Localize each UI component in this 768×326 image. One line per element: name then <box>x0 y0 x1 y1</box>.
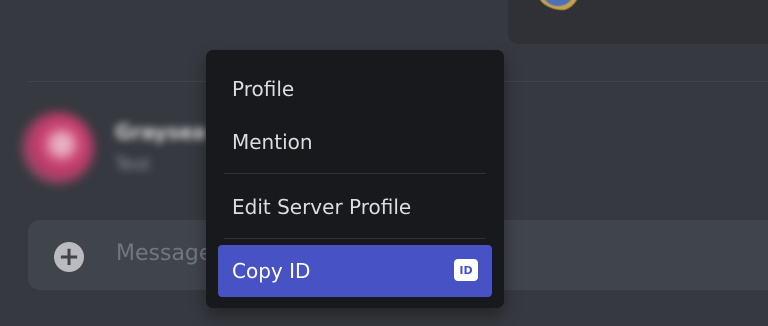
member-subtext: Test <box>115 154 151 175</box>
menu-separator <box>224 238 486 239</box>
avatar[interactable] <box>22 112 94 184</box>
plus-circle-icon[interactable]: + <box>54 242 84 272</box>
menu-item-label: Profile <box>232 77 295 101</box>
menu-separator <box>224 173 486 174</box>
menu-item-label: Copy ID <box>232 259 311 283</box>
menu-item-edit-server-profile[interactable]: Edit Server Profile <box>218 181 492 233</box>
member-name: Graysea <box>115 120 207 144</box>
id-badge-icon: ID <box>454 259 478 281</box>
menu-item-copy-id[interactable]: Copy ID ID <box>218 245 492 297</box>
message-input[interactable]: Message <box>116 241 212 266</box>
menu-item-label: Edit Server Profile <box>232 195 412 219</box>
context-menu: Profile Mention Edit Server Profile Copy… <box>206 50 504 308</box>
menu-item-label: Mention <box>232 130 313 154</box>
embed-avatar <box>538 0 588 10</box>
menu-item-mention[interactable]: Mention <box>218 116 492 168</box>
message-embed-card <box>508 0 768 44</box>
menu-item-profile[interactable]: Profile <box>218 63 492 115</box>
